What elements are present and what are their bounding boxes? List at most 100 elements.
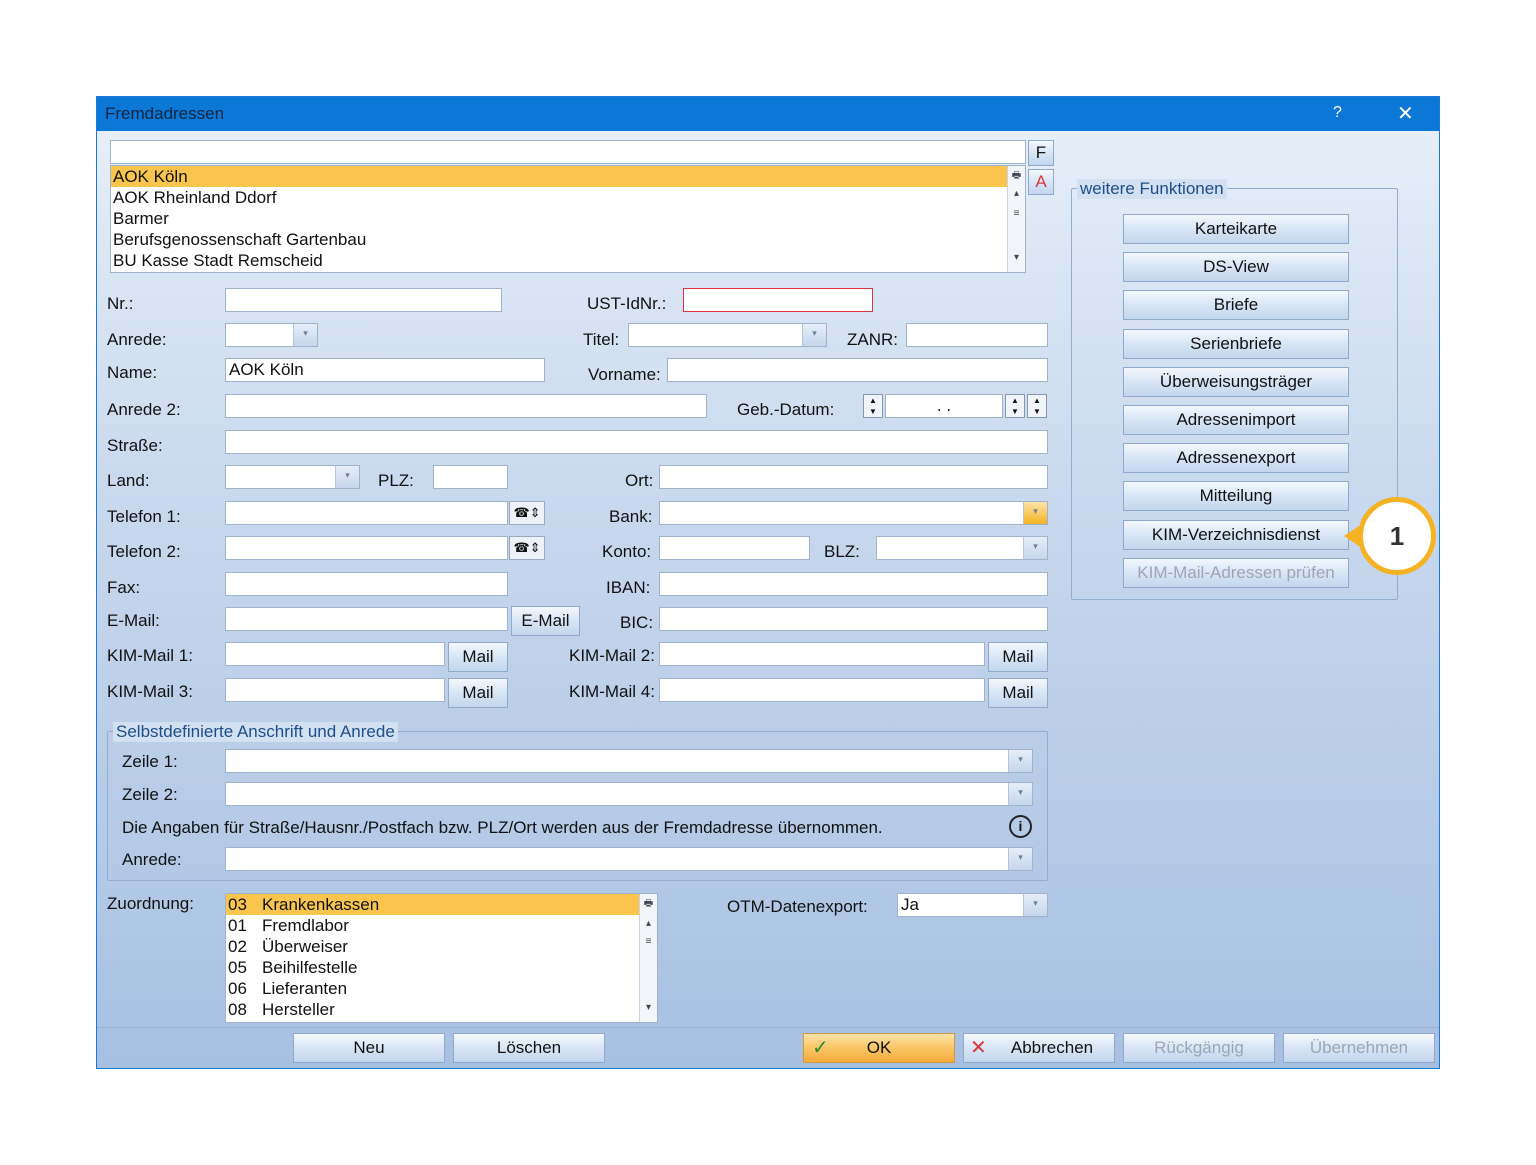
zuordnung-item[interactable]: 02 Überweiser <box>226 936 639 957</box>
zeile2-combo[interactable]: ▾ <box>225 782 1033 806</box>
chevron-down-icon[interactable]: ▾ <box>1008 750 1032 772</box>
scroll-up-icon[interactable]: ▴ <box>1010 188 1023 199</box>
neu-button[interactable]: Neu <box>293 1033 445 1063</box>
telefon2-field[interactable] <box>225 536 508 560</box>
phone-dial-icon[interactable]: ☎⇕ <box>509 536 545 560</box>
kim3-field[interactable] <box>225 678 445 702</box>
otm-combo[interactable]: Ja ▾ <box>897 893 1048 917</box>
function-button-briefe[interactable]: Briefe <box>1123 290 1349 321</box>
address-list-scrollbar[interactable]: 🖶 ▴ ≡ ▾ <box>1007 166 1025 272</box>
zuordnung-item[interactable]: 01 Fremdlabor <box>226 915 639 936</box>
fax-field[interactable] <box>225 572 508 596</box>
function-button-serienbriefe[interactable]: Serienbriefe <box>1123 328 1349 359</box>
zuordnung-item[interactable]: 03 Krankenkassen <box>226 894 639 915</box>
phone-dial-icon[interactable]: ☎⇕ <box>509 501 545 525</box>
chevron-down-icon[interactable]: ▾ <box>1023 537 1047 559</box>
gebdatum-label: Geb.-Datum: <box>737 400 835 419</box>
function-button-überweisungsträger[interactable]: Überweisungsträger <box>1123 366 1349 397</box>
filter-f-button[interactable]: F <box>1028 140 1054 166</box>
gebdatum-spin-left[interactable]: ▲ ▼ <box>863 394 883 418</box>
chevron-down-icon[interactable]: ▾ <box>293 324 317 346</box>
chevron-down-icon[interactable]: ▾ <box>1008 783 1032 805</box>
zeile1-combo[interactable]: ▾ <box>225 749 1033 773</box>
filter-a-button[interactable]: A <box>1028 169 1054 195</box>
ort-field[interactable] <box>659 465 1048 489</box>
zuordnung-item[interactable]: 08 Hersteller <box>226 999 639 1020</box>
kim1-label: KIM-Mail 1: <box>107 646 193 665</box>
telefon2-label: Telefon 2: <box>107 542 181 561</box>
function-button-kim-mail-adressen-prüfen[interactable]: KIM-Mail-Adressen prüfen <box>1123 557 1349 588</box>
address-list-item[interactable]: BU Kasse Stadt Remscheid <box>111 250 1007 271</box>
zuordnung-item[interactable]: 06 Lieferanten <box>226 978 639 999</box>
function-button-mitteilung[interactable]: Mitteilung <box>1123 481 1349 512</box>
zuordnung-item[interactable]: 05 Beihilfestelle <box>226 957 639 978</box>
address-list-item[interactable]: AOK Köln <box>111 166 1007 187</box>
kim4-mail-button[interactable]: Mail <box>988 678 1048 708</box>
scroll-thumb-icon[interactable]: ≡ <box>642 936 655 947</box>
info-icon[interactable]: i <box>1009 815 1032 838</box>
chevron-down-icon[interactable]: ▾ <box>335 466 359 488</box>
kim4-field[interactable] <box>659 678 985 702</box>
gebdatum-spin-right-2[interactable]: ▲ ▼ <box>1027 394 1047 418</box>
anrede-combo[interactable]: ▾ <box>225 323 318 347</box>
bic-field[interactable] <box>659 607 1048 631</box>
address-list-item[interactable]: Barmer <box>111 208 1007 229</box>
uebernehmen-button[interactable]: Übernehmen <box>1283 1033 1435 1063</box>
function-button-adressenimport[interactable]: Adressenimport <box>1123 405 1349 435</box>
anrede2-field[interactable] <box>225 394 707 418</box>
address-search-input[interactable] <box>110 140 1026 164</box>
help-icon[interactable]: ? <box>1333 104 1342 122</box>
land-combo[interactable]: ▾ <box>225 465 360 489</box>
close-icon[interactable]: ✕ <box>1397 101 1414 126</box>
chevron-down-icon[interactable]: ▾ <box>1008 848 1032 870</box>
nr-field[interactable] <box>225 288 502 312</box>
rueckgaengig-button[interactable]: Rückgängig <box>1123 1033 1275 1063</box>
bank-field[interactable]: ▾ <box>659 501 1048 525</box>
plz-field[interactable] <box>433 465 508 489</box>
iban-field[interactable] <box>659 572 1048 596</box>
function-button-adressenexport[interactable]: Adressenexport <box>1123 443 1349 474</box>
kim2-field[interactable] <box>659 642 985 666</box>
fax-label: Fax: <box>107 578 141 597</box>
blz-combo[interactable]: ▾ <box>876 536 1048 560</box>
address-list-item[interactable]: AOK Rheinland Ddorf <box>111 187 1007 208</box>
print-icon[interactable]: 🖶 <box>1010 168 1023 185</box>
email-button[interactable]: E-Mail <box>511 606 580 636</box>
kim1-mail-button[interactable]: Mail <box>448 642 508 672</box>
function-button-karteikarte[interactable]: Karteikarte <box>1123 214 1349 244</box>
telefon1-field[interactable] <box>225 501 508 525</box>
kim1-field[interactable] <box>225 642 445 666</box>
email-field[interactable] <box>225 607 508 631</box>
address-list[interactable]: AOK Köln AOK Rheinland Ddorf Barmer Berufsg… <box>110 165 1026 273</box>
abbrechen-button[interactable]: ✕ Abbrechen <box>963 1033 1115 1063</box>
loeschen-button[interactable]: Löschen <box>453 1033 605 1063</box>
scroll-down-icon[interactable]: ▾ <box>642 1002 655 1013</box>
print-icon[interactable]: 🖶 <box>642 896 655 913</box>
titel-combo[interactable]: ▾ <box>628 323 827 347</box>
vorname-field[interactable] <box>667 358 1048 382</box>
zuordnung-list[interactable]: 03 Krankenkassen 01 Fremdlabor 02 Überweiser 0… <box>225 893 658 1023</box>
scroll-up-icon[interactable]: ▴ <box>642 918 655 929</box>
zuordnung-code: 02 <box>228 937 247 956</box>
zanr-field[interactable] <box>906 323 1048 347</box>
function-button-kim-verzeichnisdienst[interactable]: KIM-Verzeichnisdienst <box>1123 519 1349 550</box>
bank-lookup-icon[interactable]: ▾ <box>1023 502 1047 524</box>
scroll-down-icon[interactable]: ▾ <box>1010 252 1023 263</box>
ok-button[interactable]: ✓ OK <box>803 1033 955 1063</box>
kim2-mail-button[interactable]: Mail <box>988 642 1048 672</box>
zuordnung-scrollbar[interactable]: 🖶 ▴ ≡ ▾ <box>639 894 657 1022</box>
address-list-item[interactable]: Berufsgenossenschaft Gartenbau <box>111 229 1007 250</box>
kim3-mail-button[interactable]: Mail <box>448 678 508 708</box>
gebdatum-spin-right-1[interactable]: ▲ ▼ <box>1005 394 1025 418</box>
konto-field[interactable] <box>659 536 810 560</box>
name-field[interactable]: AOK Köln <box>225 358 545 382</box>
chevron-down-icon[interactable]: ▾ <box>802 324 826 346</box>
function-button-ds-view[interactable]: DS-View <box>1123 252 1349 283</box>
scroll-thumb-icon[interactable]: ≡ <box>1010 208 1023 219</box>
strasse-field[interactable] <box>225 430 1048 454</box>
gebdatum-field[interactable]: . . <box>885 394 1003 418</box>
konto-label: Konto: <box>602 542 652 561</box>
custom-anrede-combo[interactable]: ▾ <box>225 847 1033 871</box>
chevron-down-icon[interactable]: ▾ <box>1023 894 1047 916</box>
ust-field[interactable] <box>683 288 873 312</box>
